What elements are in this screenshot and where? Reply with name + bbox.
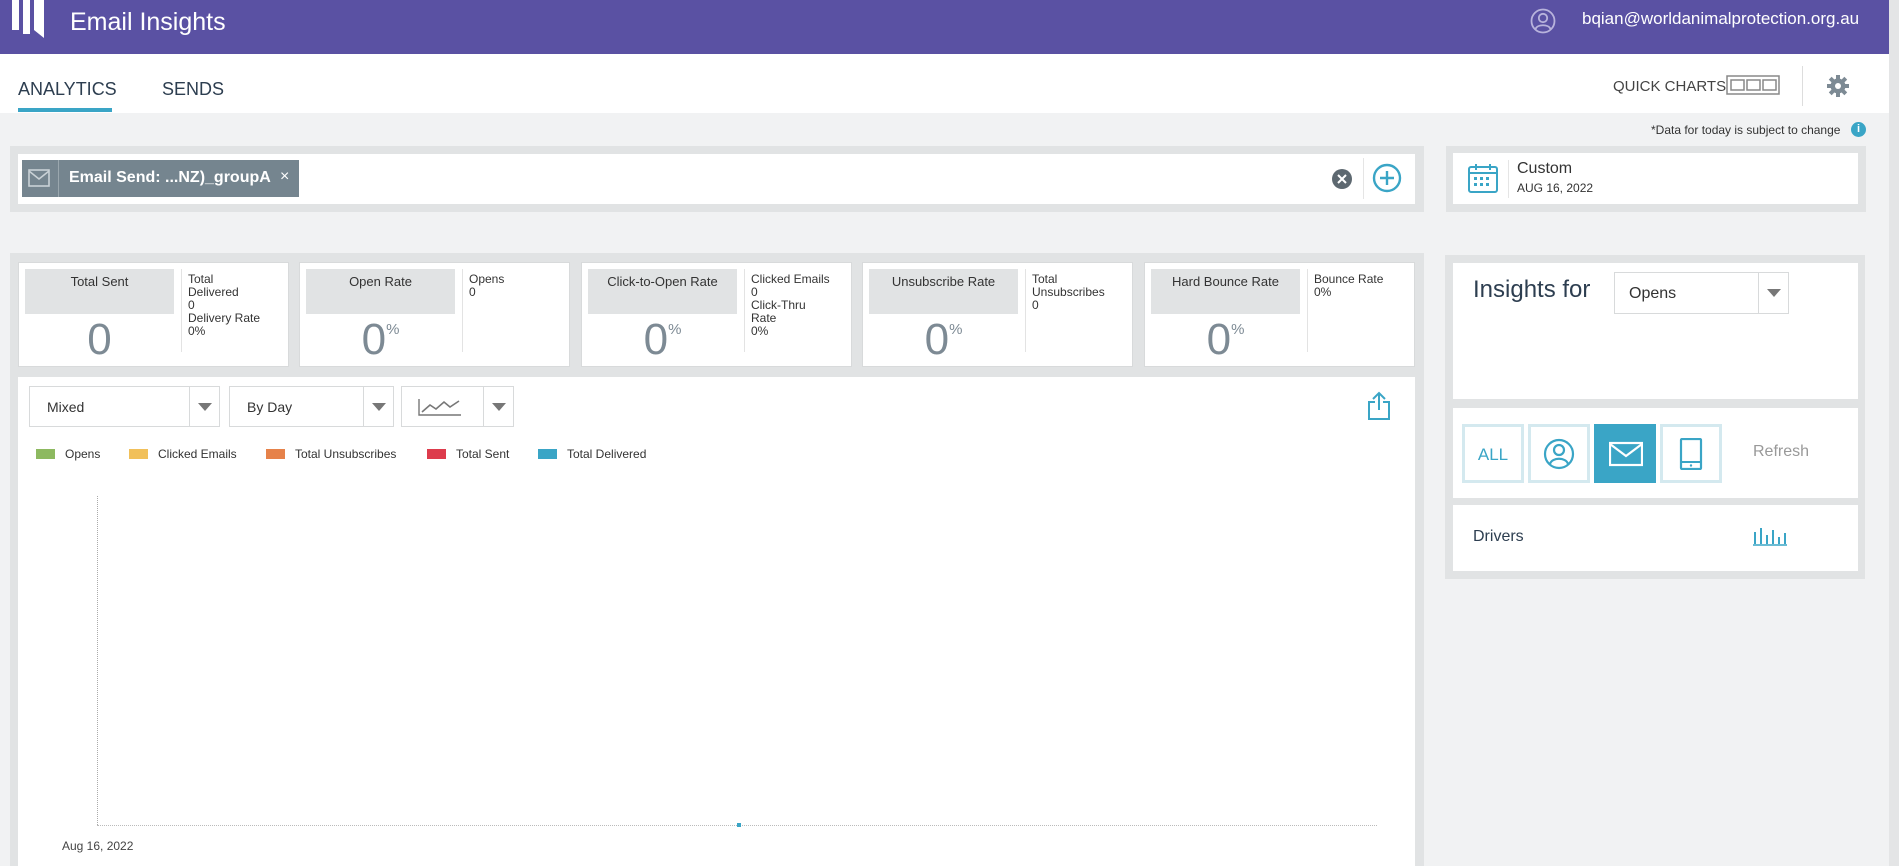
metric-details: Bounce Rate 0% [1314,272,1384,299]
metric-separator [1025,269,1026,352]
tablet-icon [1679,438,1703,470]
metric-separator [1307,269,1308,352]
metric-details: Clicked Emails 0 Click-Thru Rate 0% [751,272,830,338]
metric-card-click-to-open-rate[interactable]: Click-to-Open Rate 0% Clicked Emails 0 Cli… [581,262,852,367]
legend-item-clicked-emails[interactable]: Clicked Emails [129,447,237,461]
insights-metric-value: Opens [1629,285,1677,302]
date-range-label: Custom [1517,160,1573,177]
metric-value: 0 [87,315,112,364]
drivers-label: Drivers [1473,528,1524,545]
metric-card-unsubscribe-rate[interactable]: Unsubscribe Rate 0% Total Unsubscribes 0 [862,262,1133,367]
metric-separator [462,269,463,352]
add-filter-icon[interactable] [1372,163,1402,193]
metric-title: Hard Bounce Rate [1172,274,1279,289]
chevron-down-icon [483,387,514,426]
metric-details: Total Unsubscribes 0 [1032,272,1105,312]
filter-chip-label: Email Send: ...NZ)_groupA [69,169,271,186]
metric-separator [181,269,182,352]
tab-analytics[interactable]: ANALYTICS [18,79,117,100]
metric-select-dropdown[interactable]: Mixed [29,386,220,427]
data-disclaimer: *Data for today is subject to change [1651,123,1841,137]
export-share-icon[interactable] [1367,391,1391,421]
clear-filters-icon[interactable] [1331,168,1353,190]
metric-title: Unsubscribe Rate [891,274,996,289]
metric-separator [744,269,745,352]
app-title: Email Insights [70,8,226,36]
filter-separator [1363,158,1364,199]
mail-icon [28,169,50,187]
metric-title: Click-to-Open Rate [607,274,718,289]
remove-filter-button[interactable]: × [280,168,289,186]
person-icon [1543,438,1575,470]
metric-value: 0% [924,315,963,364]
person-filter-button[interactable] [1528,424,1590,483]
metric-card-hard-bounce-rate[interactable]: Hard Bounce Rate 0% Bounce Rate 0% [1144,262,1415,367]
interval-select-value: By Day [247,399,293,415]
x-tick-label: Aug 16, 2022 [62,839,134,853]
date-separator [1508,160,1509,198]
nav-bar [0,54,1889,113]
tablet-filter-button[interactable] [1660,424,1722,483]
chip-divider [58,160,59,197]
metric-title: Total Sent [70,274,129,289]
bar-chart-icon[interactable] [1752,526,1788,546]
window-edge [1889,0,1899,866]
email-icon [1609,441,1643,467]
interval-select-dropdown[interactable]: By Day [229,386,394,427]
calendar-icon [1468,164,1498,193]
user-avatar-icon[interactable] [1530,8,1556,34]
active-tab-indicator [18,108,112,112]
metric-select-value: Mixed [47,399,85,415]
metric-details: Opens 0 [469,272,505,299]
device-all-button[interactable]: ALL [1462,424,1524,483]
legend-item-total-sent[interactable]: Total Sent [427,447,509,461]
metric-details: Total Delivered 0 Delivery Rate 0% [188,272,261,338]
chart-data-point[interactable] [737,823,741,827]
gear-icon[interactable] [1826,74,1850,98]
tab-sends[interactable]: SENDS [162,79,224,100]
quick-charts-icon[interactable] [1726,75,1780,95]
date-range-value: AUG 16, 2022 [1517,181,1594,195]
chevron-down-icon [363,387,394,426]
user-email[interactable]: bqian@worldanimalprotection.org.au [1582,9,1859,29]
metric-title: Open Rate [349,274,412,289]
insights-for-label: Insights for [1473,276,1591,303]
metric-value: 0% [361,315,400,364]
quick-charts-label[interactable]: QUICK CHARTS [1613,78,1726,95]
line-chart-icon [418,399,461,416]
chart-y-axis [97,496,99,825]
info-icon[interactable]: i [1851,122,1866,137]
metric-card-total-sent[interactable]: Total Sent 0 Total Delivered 0 Delivery Rat… [18,262,289,367]
app-logo-icon[interactable] [10,0,48,38]
insights-metric-dropdown[interactable]: Opens [1614,272,1789,314]
nav-divider [1802,66,1803,106]
legend-item-total-unsubscribes[interactable]: Total Unsubscribes [266,447,396,461]
metric-value: 0% [1206,315,1245,364]
date-range-picker[interactable] [1453,153,1858,204]
metric-card-open-rate[interactable]: Open Rate 0% Opens 0 [299,262,570,367]
legend-item-total-delivered[interactable]: Total Delivered [538,447,646,461]
chevron-down-icon [1758,273,1789,313]
legend-item-opens[interactable]: Opens [36,447,100,461]
chevron-down-icon [189,387,220,426]
refresh-button[interactable]: Refresh [1753,443,1809,461]
metric-value: 0% [643,315,682,364]
chart-type-dropdown[interactable] [401,386,514,427]
email-filter-button[interactable] [1594,424,1656,483]
